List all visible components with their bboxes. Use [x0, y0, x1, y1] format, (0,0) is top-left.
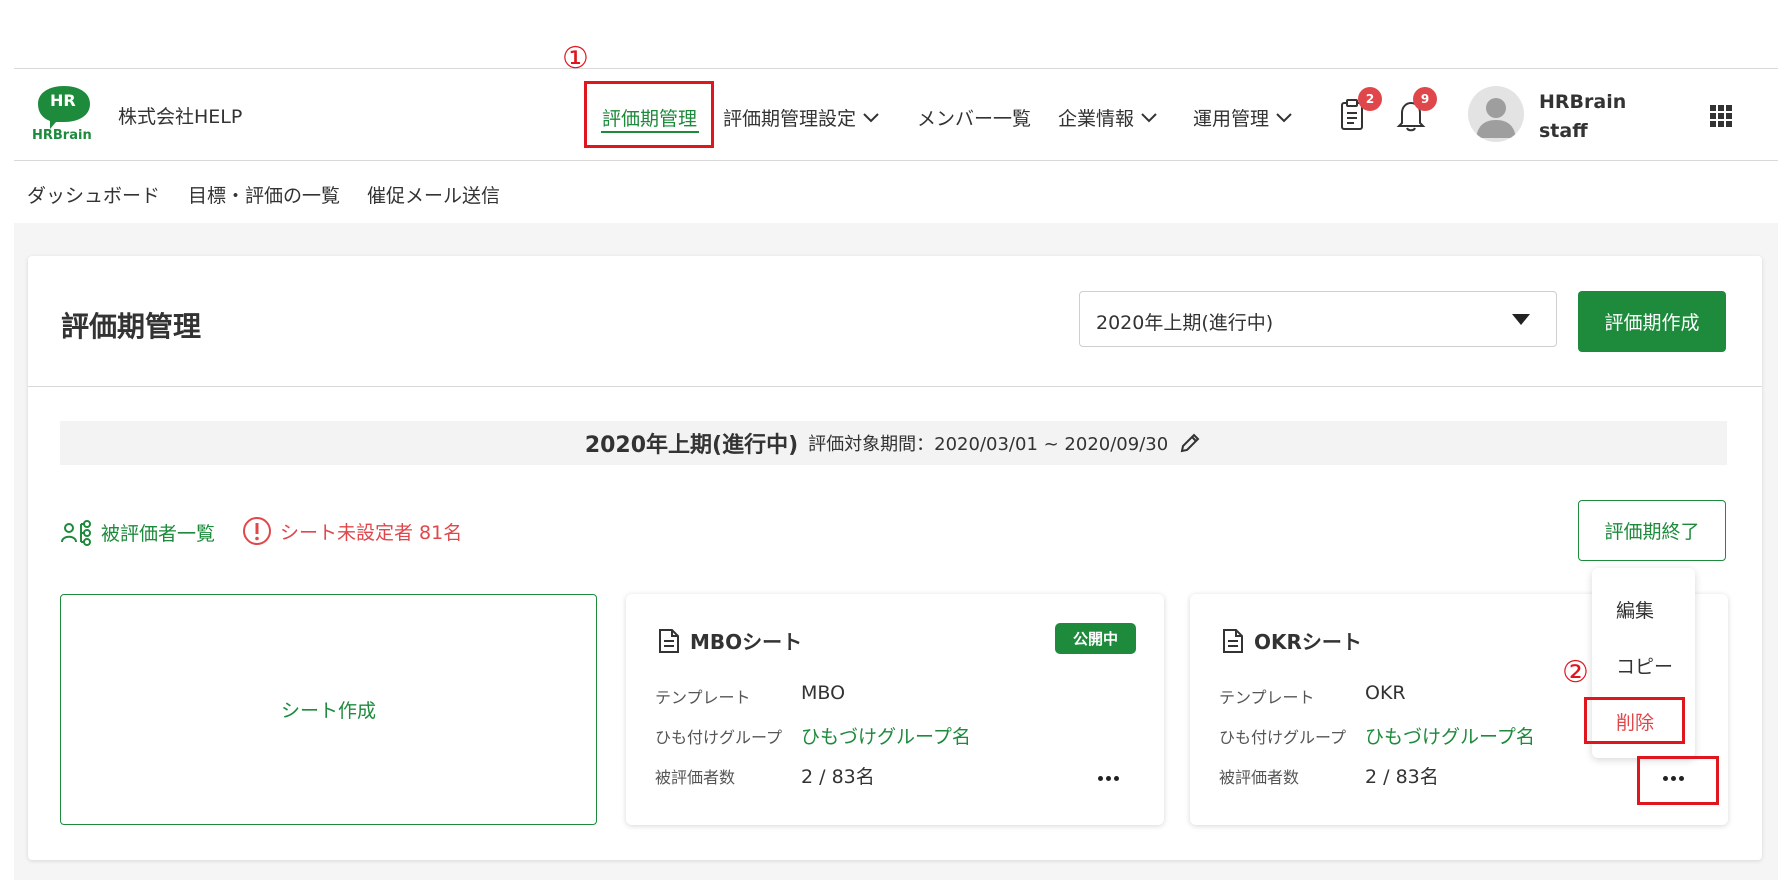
logo-wordmark: HRBrain [32, 128, 92, 143]
annotation-box-1 [584, 81, 714, 148]
apps-grid-icon[interactable] [1710, 105, 1732, 127]
evaluatee-list-link[interactable]: 被評価者一覧 [61, 519, 215, 546]
user-silhouette-icon [1476, 98, 1516, 138]
more-dot [1113, 775, 1119, 781]
end-period-button[interactable]: 評価期終了 [1578, 500, 1726, 561]
pencil-icon[interactable] [1178, 431, 1202, 455]
group-label: ひも付けグループ [1219, 728, 1347, 747]
subnav-dashboard[interactable]: ダッシュボード [27, 181, 160, 208]
sheet-title: OKRシート [1222, 626, 1362, 655]
subnav-goals-list[interactable]: 目標・評価の一覧 [188, 181, 340, 208]
document-icon [659, 628, 679, 653]
chevron-down-icon [1141, 112, 1157, 122]
nav-member-list[interactable]: メンバー一覧 [917, 104, 1031, 131]
more-dot [1105, 775, 1111, 781]
org-tree-icon [61, 519, 91, 546]
sheet-title: MBOシート [658, 626, 802, 655]
exclamation-circle-icon [243, 517, 271, 545]
period-name: 2020年上期(進行中) [584, 433, 799, 458]
hrbrain-logo[interactable]: HR HRBrain [32, 82, 102, 146]
user-name[interactable]: HRBrain staff [1539, 88, 1626, 146]
user-name-line1: HRBrain [1539, 91, 1627, 113]
nav-operations[interactable]: 運用管理 [1193, 104, 1293, 131]
group-label: ひも付けグループ [655, 728, 783, 747]
period-select-value: 2020年上期(進行中) [1096, 312, 1274, 334]
group-link[interactable]: ひもづけグループ名 [1365, 722, 1535, 749]
company-name: 株式会社HELP [118, 106, 243, 128]
template-value: OKR [1365, 682, 1406, 704]
template-value: MBO [801, 682, 846, 704]
avatar[interactable] [1468, 86, 1524, 142]
group-link[interactable]: ひもづけグループ名 [801, 722, 971, 749]
sheet-title-text: MBOシート [690, 630, 803, 654]
logo-badge-text: HR [50, 91, 76, 110]
card-divider [28, 386, 1762, 387]
unset-sheet-warning-text: シート未設定者 81名 [280, 521, 463, 544]
document-icon [1223, 628, 1243, 653]
page-title: 評価期管理 [61, 310, 202, 343]
nav-company-info[interactable]: 企業情報 [1058, 104, 1158, 131]
nav-evaluation-settings[interactable]: 評価期管理設定 [723, 104, 880, 131]
nav-label: 企業情報 [1058, 108, 1135, 130]
evaluatee-count-label: 被評価者数 [655, 768, 736, 787]
nav-label: 運用管理 [1193, 108, 1270, 130]
evaluatee-list-label: 被評価者一覧 [101, 523, 216, 545]
evaluatee-count-value: 2 / 83名 [801, 766, 875, 788]
menu-item-copy[interactable]: コピー [1616, 652, 1673, 679]
caret-down-icon [1512, 314, 1530, 325]
create-sheet-card[interactable]: シート作成 [60, 594, 597, 825]
header-bottom-border [14, 160, 1778, 161]
period-select[interactable]: 2020年上期(進行中) [1079, 291, 1557, 347]
annotation-number-1: ① [562, 41, 589, 76]
period-summary-bar: 2020年上期(進行中) 評価対象期間：2020/03/01 ~ 2020/09… [60, 421, 1727, 465]
template-label: テンプレート [1219, 688, 1315, 707]
chevron-down-icon [1276, 112, 1292, 122]
more-dot [1097, 775, 1103, 781]
nav-label: メンバー一覧 [917, 108, 1032, 130]
more-options-button[interactable] [1087, 765, 1129, 791]
menu-item-edit[interactable]: 編集 [1616, 596, 1654, 623]
create-period-button[interactable]: 評価期作成 [1578, 291, 1726, 352]
user-name-line2: staff [1539, 120, 1588, 142]
period-range: 評価対象期間：2020/03/01 ~ 2020/09/30 [808, 434, 1169, 455]
annotation-box-3 [1637, 756, 1719, 805]
tasks-badge: 2 [1358, 87, 1382, 111]
header-top-border [14, 68, 1778, 69]
subnav-reminder-mail[interactable]: 催促メール送信 [367, 181, 500, 208]
template-label: テンプレート [655, 688, 751, 707]
sheet-card-mbo: MBOシート 公開中 テンプレート MBO ひも付けグループ ひもづけグループ名… [626, 594, 1164, 825]
evaluatee-count-value: 2 / 83名 [1365, 766, 1439, 788]
nav-label: 評価期管理設定 [723, 108, 857, 130]
sheet-title-text: OKRシート [1254, 630, 1362, 654]
annotation-number-2: ② [1562, 655, 1589, 690]
evaluatee-count-label: 被評価者数 [1219, 768, 1300, 787]
status-badge: 公開中 [1054, 623, 1136, 654]
chevron-down-icon [863, 112, 879, 122]
notifications-badge: 9 [1413, 87, 1437, 111]
annotation-box-2 [1584, 697, 1685, 744]
unset-sheet-warning[interactable]: シート未設定者 81名 [242, 516, 462, 546]
